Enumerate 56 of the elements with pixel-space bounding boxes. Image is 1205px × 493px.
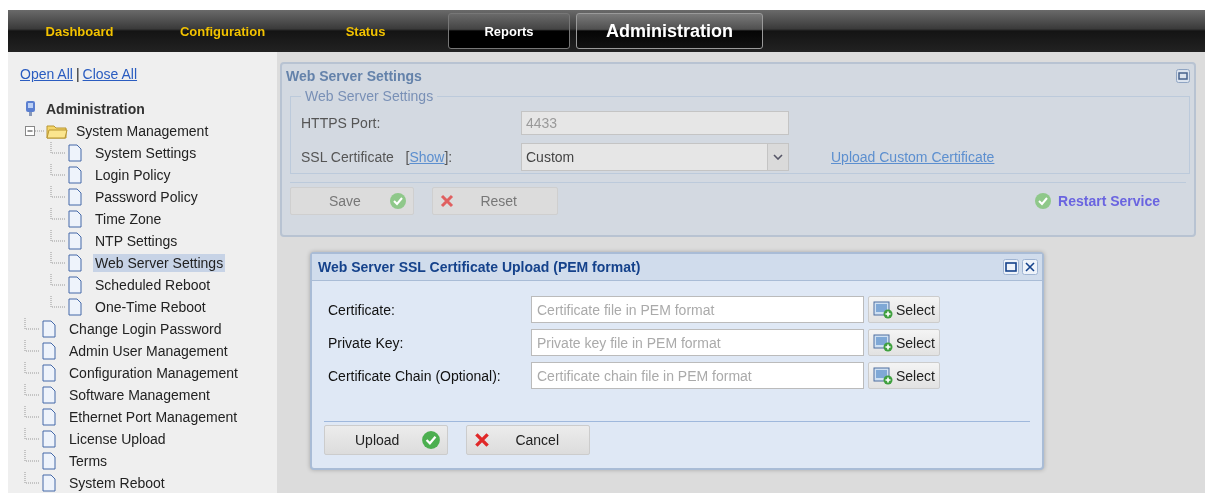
cross-icon (439, 193, 455, 209)
nav-tab[interactable]: Configuration (151, 11, 294, 51)
check-circle-icon (1034, 192, 1053, 210)
maximize-icon[interactable] (1176, 69, 1190, 83)
field-label: Certificate Chain (Optional): (328, 367, 502, 384)
field-label: Certificate: (328, 301, 396, 318)
tree-item[interactable]: Scheduled Reboot (93, 276, 213, 294)
certificate-dropdown[interactable]: Custom (521, 143, 789, 171)
dialog-button[interactable]: Upload (324, 425, 448, 455)
nav-tab[interactable]: Dashboard (8, 11, 151, 51)
tree-item[interactable]: Admin User Management (67, 342, 230, 360)
nav-tab[interactable]: Administration (576, 13, 763, 49)
check-circle-icon (421, 430, 441, 450)
fieldset-legend: Web Server Settings (301, 88, 438, 104)
image-add-icon (873, 300, 893, 319)
tree-item[interactable]: Web Server Settings (93, 254, 226, 272)
chevron-down-icon (773, 154, 783, 160)
file-path-field[interactable]: Private key file in PEM format (531, 329, 864, 356)
open-all-link[interactable]: Open All (20, 66, 73, 82)
image-add-icon (873, 333, 893, 352)
tree-item[interactable]: Login Policy (93, 166, 173, 184)
nav-tab[interactable]: Status (294, 11, 437, 51)
link-separator: | (75, 66, 80, 82)
image-add-icon (873, 366, 893, 385)
maximize-icon[interactable] (1003, 259, 1019, 275)
dialog-button[interactable]: Cancel (466, 425, 590, 455)
tree-item[interactable]: Configuration Management (67, 364, 240, 382)
dialog-title: Web Server SSL Certificate Upload (PEM format) (318, 259, 642, 275)
file-path-field[interactable]: Certificate file in PEM format (531, 296, 864, 323)
select-button[interactable]: Select (868, 329, 940, 356)
tree-item[interactable]: One-Time Reboot (93, 298, 208, 316)
tree-item[interactable]: System Settings (93, 144, 199, 162)
computer-icon (24, 100, 38, 118)
field-label: Private Key: (328, 334, 405, 351)
tree-item[interactable]: System Reboot (67, 474, 167, 492)
tree-item[interactable]: License Upload (67, 430, 168, 448)
tree-item[interactable]: NTP Settings (93, 232, 180, 250)
panel-title: Web Server Settings (286, 68, 423, 84)
close-icon[interactable] (1022, 259, 1038, 275)
select-button[interactable]: Select (868, 296, 940, 323)
select-button[interactable]: Select (868, 362, 940, 389)
file-path-field[interactable]: Certificate chain file in PEM format (531, 362, 864, 389)
field-label: HTTPS Port: (301, 115, 382, 131)
tree-item[interactable]: Ethernet Port Management (67, 408, 240, 426)
tree-item[interactable]: Terms (67, 452, 110, 470)
tree-item[interactable]: Software Management (67, 386, 212, 404)
tree-item[interactable]: Time Zone (93, 210, 164, 228)
close-all-link[interactable]: Close All (82, 66, 138, 82)
nav-tab[interactable]: Reports (448, 13, 570, 49)
cross-icon (473, 431, 491, 449)
check-circle-icon (389, 192, 407, 210)
field-label: SSL Certificate [Show]: (301, 149, 454, 165)
tree-item[interactable]: System Management (74, 122, 211, 140)
tree-item[interactable]: Change Login Password (67, 320, 224, 338)
tree-item[interactable]: Password Policy (93, 188, 200, 206)
tree-root-label[interactable]: Administration (44, 100, 147, 118)
